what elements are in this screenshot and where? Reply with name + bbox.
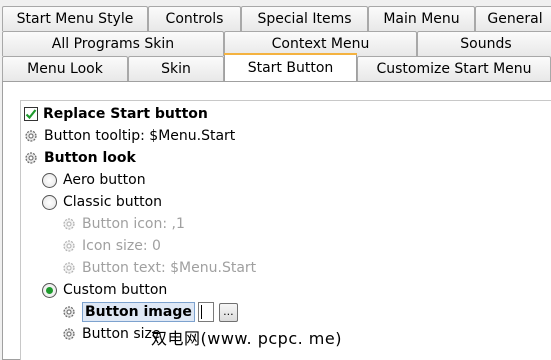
button-icon-label: Button icon: ,1: [82, 216, 185, 232]
tab-row-1: Start Menu Style Controls Special Items …: [0, 6, 551, 31]
tab-general[interactable]: General: [475, 6, 551, 31]
tab-customize-start-menu[interactable]: Customize Start Menu: [357, 56, 551, 81]
tab-start-menu-style[interactable]: Start Menu Style: [2, 6, 148, 31]
gear-icon: [63, 240, 75, 252]
gear-icon: [63, 262, 75, 274]
watermark-text: 双电网(www. pcpc. me): [151, 329, 342, 348]
button-text-row[interactable]: Button text: $Menu.Start: [61, 257, 256, 279]
custom-button-option[interactable]: Custom button: [42, 279, 167, 301]
button-tooltip-row[interactable]: Button tooltip: $Menu.Start: [23, 125, 235, 147]
aero-button-option[interactable]: Aero button: [42, 169, 146, 191]
button-size-label: Button size: [82, 326, 161, 342]
tab-label: General: [487, 11, 543, 27]
browse-button-label: ...: [223, 304, 234, 318]
tab-label: Main Menu: [383, 11, 460, 27]
tab-all-programs-skin[interactable]: All Programs Skin: [2, 31, 224, 56]
classic-button-option[interactable]: Classic button: [42, 191, 162, 213]
tab-label: Start Menu Style: [16, 11, 134, 27]
tab-sounds[interactable]: Sounds: [417, 31, 551, 56]
tab-label: Special Items: [257, 11, 352, 27]
gear-icon: [25, 130, 37, 142]
classic-button-label: Classic button: [63, 194, 163, 210]
check-icon: [25, 109, 37, 120]
gear-icon: [25, 152, 37, 164]
tab-menu-look[interactable]: Menu Look: [2, 56, 128, 81]
tab-label: Context Menu: [271, 36, 370, 52]
aero-button-label: Aero button: [63, 172, 146, 188]
radio-selected-dot: [46, 286, 53, 294]
gear-icon: [63, 328, 75, 340]
button-tooltip-label: Button tooltip: $Menu.Start: [44, 128, 236, 144]
tab-label: Sounds: [460, 36, 512, 52]
tab-label: All Programs Skin: [51, 36, 175, 52]
tab-label: Menu Look: [27, 61, 103, 77]
replace-start-button-checkbox[interactable]: [24, 107, 38, 121]
custom-button-label: Custom button: [63, 282, 168, 298]
classic-button-radio[interactable]: [42, 194, 57, 210]
icon-size-label: Icon size: 0: [82, 238, 161, 254]
tab-label: Customize Start Menu: [376, 61, 532, 77]
tab-row-3: Menu Look Skin Start Button Customize St…: [0, 53, 551, 81]
tab-label: Controls: [165, 11, 224, 27]
button-image-selection: Button image: [82, 302, 195, 322]
button-icon-row[interactable]: Button icon: ,1: [61, 213, 185, 235]
gear-icon: [63, 218, 75, 230]
tab-label: Start Button: [247, 59, 334, 76]
custom-button-radio[interactable]: [42, 282, 57, 298]
browse-button[interactable]: ...: [218, 302, 238, 322]
button-text-label: Button text: $Menu.Start: [82, 260, 257, 276]
tab-start-button[interactable]: Start Button: [224, 53, 357, 81]
tab-skin[interactable]: Skin: [128, 56, 224, 81]
tab-controls[interactable]: Controls: [148, 6, 241, 31]
replace-start-button-row[interactable]: Replace Start button: [24, 103, 208, 125]
tab-label: Skin: [161, 61, 191, 77]
button-look-row[interactable]: Button look: [23, 147, 136, 169]
button-image-label: Button image: [85, 304, 192, 320]
text-caret: [200, 305, 202, 319]
button-image-input[interactable]: [197, 302, 214, 322]
button-size-row[interactable]: Button size: [61, 323, 161, 345]
replace-start-button-label: Replace Start button: [43, 106, 208, 122]
tab-main-menu[interactable]: Main Menu: [368, 6, 475, 31]
aero-button-radio[interactable]: [42, 172, 57, 188]
button-look-label: Button look: [44, 150, 136, 166]
button-image-row[interactable]: Button image ...: [61, 301, 238, 323]
gear-icon: [63, 306, 75, 318]
icon-size-row[interactable]: Icon size: 0: [61, 235, 161, 257]
tab-special-items[interactable]: Special Items: [241, 6, 368, 31]
